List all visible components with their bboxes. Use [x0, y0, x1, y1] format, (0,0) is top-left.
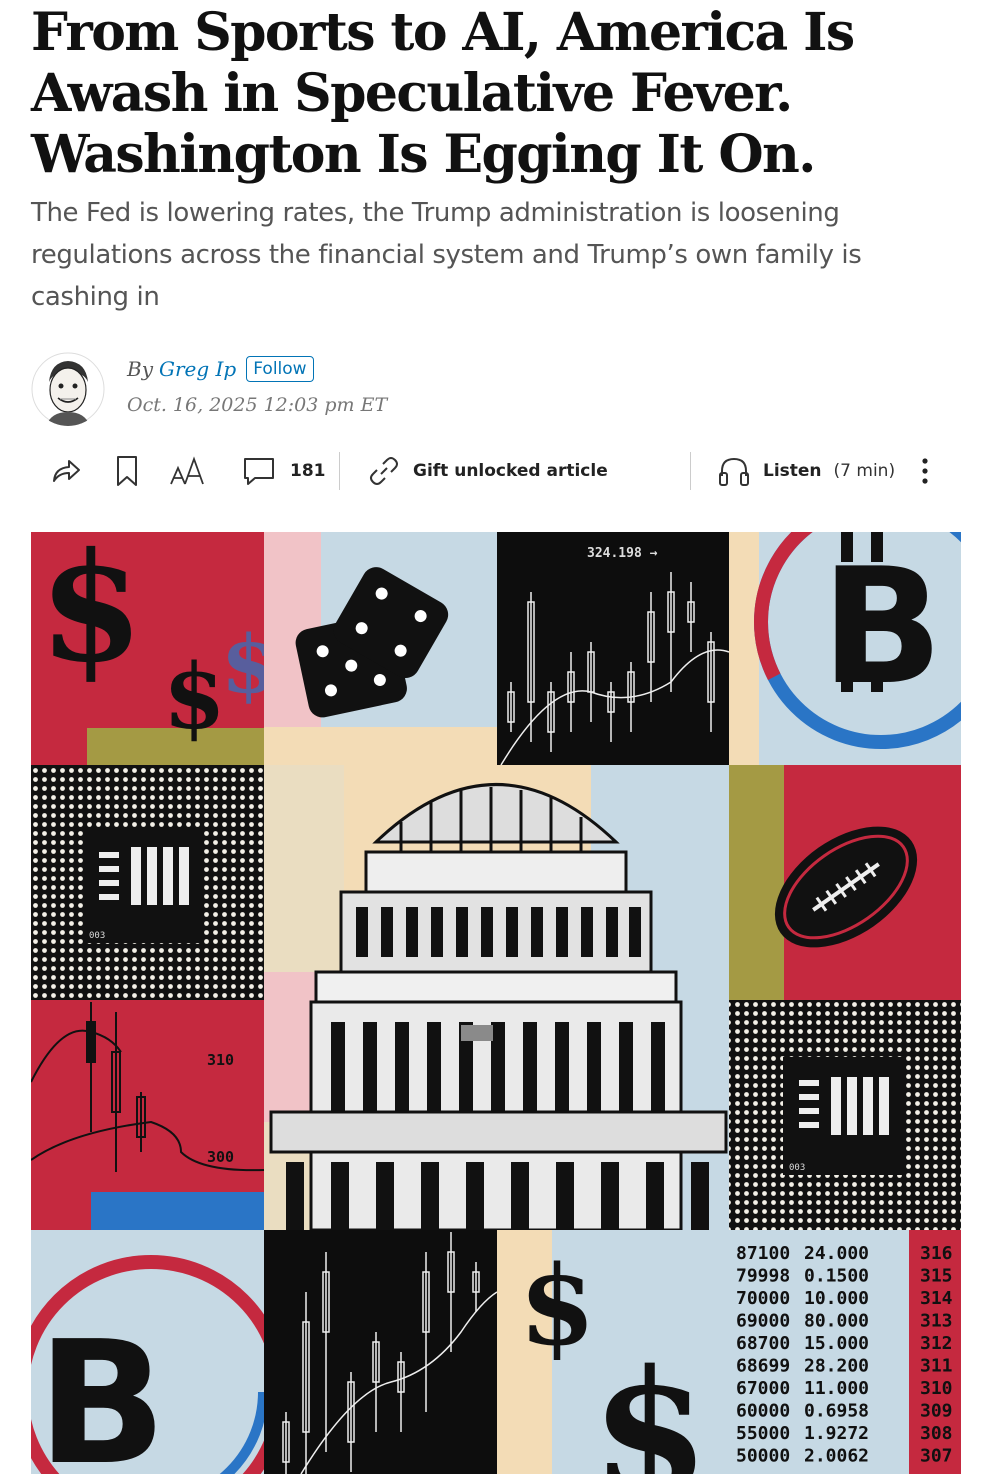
- chart-label-300: 300: [207, 1148, 234, 1166]
- table-cell: 79998: [736, 1266, 790, 1287]
- table-cell: 308: [920, 1423, 953, 1444]
- order-book-table: 87100 24.000 316 79998 0.1500 315 70000 10.000 3…: [736, 1243, 953, 1467]
- table-cell: 15.000: [804, 1333, 869, 1354]
- table-cell: 67000: [736, 1378, 790, 1399]
- table-cell: 315: [920, 1266, 953, 1287]
- follow-button[interactable]: Follow: [246, 356, 314, 382]
- chart-label-310: 310: [207, 1051, 234, 1069]
- table-cell: 50000: [736, 1446, 790, 1467]
- listen-button[interactable]: Listen (7 min): [717, 446, 895, 496]
- table-cell: 68699: [736, 1356, 790, 1377]
- table-cell: 60000: [736, 1401, 790, 1422]
- table-cell: 28.200: [804, 1356, 869, 1377]
- text-size-button[interactable]: [169, 446, 207, 496]
- comment-icon: [242, 454, 276, 488]
- table-cell: 313: [920, 1311, 953, 1332]
- table-cell: 310: [920, 1378, 953, 1399]
- headphones-icon: [717, 454, 751, 488]
- table-cell: 69000: [736, 1311, 790, 1332]
- table-cell: 2.0062: [804, 1446, 869, 1467]
- article-headline: From Sports to AI, America Is Awash in S…: [31, 2, 855, 185]
- table-cell: 316: [920, 1243, 953, 1264]
- share-button[interactable]: [49, 446, 83, 496]
- comment-count: 181: [290, 461, 326, 481]
- table-cell: 55000: [736, 1423, 790, 1444]
- table-cell: 24.000: [804, 1243, 869, 1264]
- author-link[interactable]: Greg Ip: [159, 357, 236, 381]
- share-icon: [49, 454, 83, 488]
- table-cell: 0.6958: [804, 1401, 869, 1422]
- link-icon: [367, 454, 401, 488]
- by-label: By: [127, 357, 153, 381]
- table-cell: 307: [920, 1446, 953, 1467]
- table-cell: 312: [920, 1333, 953, 1354]
- toolbar-divider: [690, 452, 691, 490]
- table-cell: 87100: [736, 1243, 790, 1264]
- svg-text:$: $: [519, 1241, 596, 1370]
- listen-label: Listen: [763, 461, 822, 481]
- table-cell: 80.000: [804, 1311, 869, 1332]
- chip-label: 003: [789, 1163, 805, 1173]
- comments-button[interactable]: 181: [242, 446, 326, 496]
- table-cell: 314: [920, 1288, 953, 1309]
- article-toolbar: 181 Gift unlocked article Listen (7 min): [31, 446, 961, 496]
- svg-text:$: $: [39, 532, 143, 696]
- chip-label: 003: [89, 931, 105, 941]
- author-avatar[interactable]: [31, 352, 105, 426]
- table-cell: 0.1500: [804, 1266, 869, 1287]
- bookmark-button[interactable]: [115, 446, 139, 496]
- bookmark-icon: [115, 454, 139, 488]
- table-cell: 11.000: [804, 1378, 869, 1399]
- ticker-label: 324.198 →: [587, 546, 658, 561]
- table-cell: 68700: [736, 1333, 790, 1354]
- gift-article-button[interactable]: Gift unlocked article: [367, 446, 608, 496]
- byline-row: By Greg Ip Follow: [127, 356, 314, 382]
- table-cell: 1.9272: [804, 1423, 869, 1444]
- toolbar-divider: [339, 452, 340, 490]
- byline: By Greg Ip Follow Oct. 16, 2025 12:03 pm…: [31, 352, 631, 432]
- more-options-button[interactable]: [915, 446, 935, 496]
- hero-illustration: $ $ $ 324.198 → B 003 310 300 003 B $ $ …: [31, 532, 961, 1474]
- svg-text:$: $: [591, 1333, 709, 1474]
- gift-label: Gift unlocked article: [413, 461, 608, 481]
- listen-duration: (7 min): [833, 461, 896, 481]
- article-dek: The Fed is lowering rates, the Trump adm…: [31, 198, 862, 312]
- publish-date: Oct. 16, 2025 12:03 pm ET: [127, 394, 388, 416]
- table-cell: 70000: [736, 1288, 790, 1309]
- table-cell: 311: [920, 1356, 953, 1377]
- table-cell: 309: [920, 1401, 953, 1422]
- more-icon: [915, 454, 935, 488]
- text-size-icon: [169, 454, 207, 488]
- svg-text:$: $: [163, 644, 226, 750]
- svg-text:B: B: [37, 1305, 167, 1474]
- table-cell: 10.000: [804, 1288, 869, 1309]
